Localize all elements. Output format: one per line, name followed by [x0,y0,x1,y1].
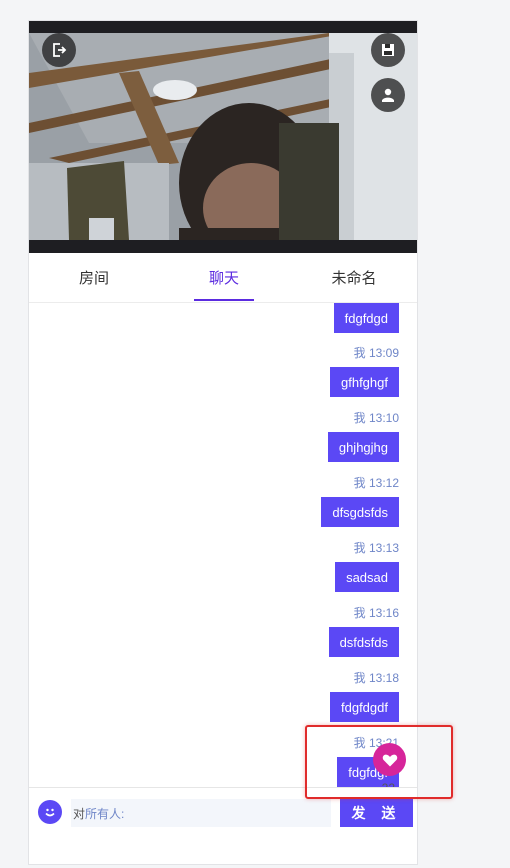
tab-active-indicator [194,299,254,301]
recipient-selector[interactable]: 所有人: [85,805,124,822]
message-time: 13:16 [368,606,399,620]
message-meta: 我 13:12 [354,474,399,491]
message-sender: 我 [353,736,366,750]
message-sender: 我 [353,541,366,555]
message-bubble[interactable]: fdgfdgdf [330,692,399,722]
message-meta: 我 13:10 [354,409,399,426]
phone-frame: 房间 聊天 未命名 fdgfdgd 我 13:09 gfhfghgf 我 13:… [28,20,418,865]
message-time: 13:18 [368,671,399,685]
message-meta: 我 13:09 [354,344,399,361]
tab-bar: 房间 聊天 未命名 [29,253,417,303]
user-button[interactable] [371,78,405,112]
message-bubble[interactable]: dfsgdsfds [321,497,399,527]
save-button[interactable] [371,33,405,67]
smiley-icon [45,808,55,817]
message-meta: 我 13:18 [354,669,399,686]
message-time: 13:09 [368,346,399,360]
exit-button[interactable] [42,33,76,67]
save-icon [382,44,394,56]
message-sender: 我 [353,606,366,620]
tab-chat[interactable]: 聊天 [164,253,284,302]
message-bubble[interactable]: sadsad [335,562,399,592]
like-button[interactable] [373,743,406,776]
heart-icon [382,754,397,766]
message-bubble[interactable]: gfhfghgf [330,367,399,397]
user-icon [382,88,394,102]
tab-untitled[interactable]: 未命名 [294,253,414,302]
video-feed [29,21,417,253]
send-button[interactable]: 发 送 [340,798,413,827]
video-bottom-bar [29,240,417,253]
emoji-button[interactable] [38,800,62,824]
recipient-prefix: 对 [73,806,86,821]
chat-list[interactable]: fdgfdgd 我 13:09 gfhfghgf 我 13:10 ghjhgjh… [29,303,417,787]
message-sender: 我 [353,476,366,490]
message-bubble[interactable]: fdgfdgd [333,303,399,333]
message-time: 13:13 [368,541,399,555]
message-bubble[interactable]: dsfdsfds [328,627,399,657]
video-top-bar [29,21,417,33]
input-bar: 对 所有人: 发 送 [29,787,417,864]
message-bubble[interactable]: ghjhgjhg [327,432,399,462]
message-time: 13:12 [368,476,399,490]
exit-icon [53,43,67,57]
message-input[interactable]: 对 所有人: [71,799,331,827]
camera-image [29,33,417,240]
message-meta: 我 13:16 [354,604,399,621]
message-sender: 我 [353,411,366,425]
message-meta: 我 13:13 [354,539,399,556]
message-time: 13:10 [368,411,399,425]
message-sender: 我 [353,346,366,360]
tab-room[interactable]: 房间 [34,253,154,302]
message-sender: 我 [353,671,366,685]
